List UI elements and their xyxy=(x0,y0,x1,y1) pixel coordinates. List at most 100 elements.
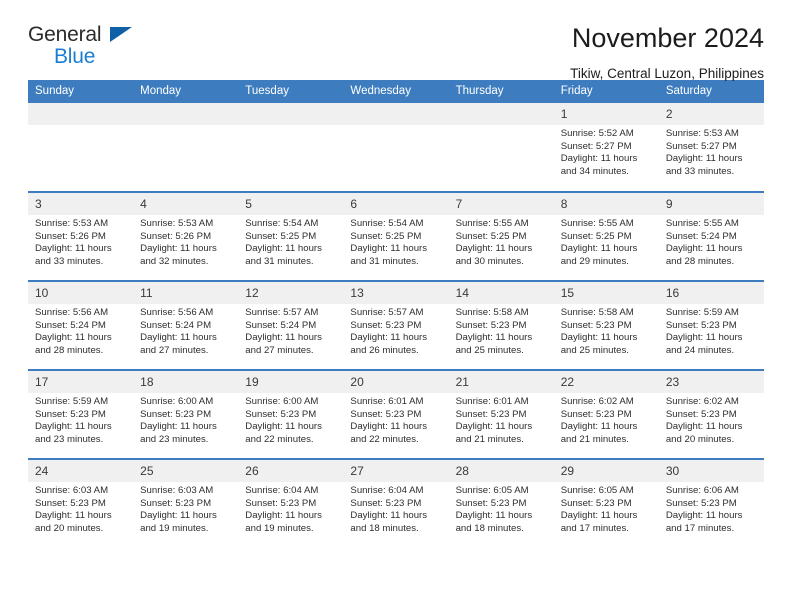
page-header: General Blue November 2024 Tikiw, Centra… xyxy=(28,0,764,80)
daylight-text: Daylight: 11 hours and 19 minutes. xyxy=(245,510,322,534)
sunrise-text: Sunrise: 6:05 AM xyxy=(455,485,529,496)
calendar-day-cell[interactable]: 29 Sunrise: 6:05 AM Sunset: 5:23 PM Dayligh… xyxy=(553,458,659,548)
sunset-text: Sunset: 5:23 PM xyxy=(560,319,632,331)
sunrise-text: Sunrise: 6:05 AM xyxy=(560,485,634,496)
day-details: Sunrise: 6:01 AM Sunset: 5:23 PM Daylight:… xyxy=(449,393,554,446)
brand-logo[interactable]: General Blue xyxy=(28,24,148,72)
calendar-week-row: 1 Sunrise: 5:52 AM Sunset: 5:27 PM Daylight… xyxy=(28,103,764,192)
calendar-day-cell[interactable]: 25 Sunrise: 6:03 AM Sunset: 5:23 PM Dayligh… xyxy=(133,458,239,548)
calendar-cell-empty xyxy=(133,103,239,192)
calendar-day-cell[interactable]: 26 Sunrise: 6:04 AM Sunset: 5:23 PM Dayligh… xyxy=(238,458,344,548)
day-number: 14 xyxy=(448,282,554,304)
calendar-day-cell[interactable]: 17 Sunrise: 5:59 AM Sunset: 5:23 PM Dayligh… xyxy=(28,369,134,459)
sunrise-text: Sunrise: 5:56 AM xyxy=(140,307,214,318)
daylight-text: Daylight: 11 hours and 30 minutes. xyxy=(455,243,533,267)
daylight-text: Daylight: 11 hours and 27 minutes. xyxy=(140,332,217,356)
day-number: 27 xyxy=(343,460,449,482)
day-number: 16 xyxy=(658,282,764,304)
calendar-day-cell[interactable]: 14 Sunrise: 5:58 AM Sunset: 5:23 PM Dayligh… xyxy=(448,280,554,370)
day-number: 9 xyxy=(658,193,764,215)
calendar-day-cell[interactable]: 4 Sunrise: 5:53 AM Sunset: 5:26 PM Daylight… xyxy=(133,191,239,281)
calendar-day-cell[interactable]: 2 Sunrise: 5:53 AM Sunset: 5:27 PM Daylight… xyxy=(658,103,764,192)
daylight-text: Daylight: 11 hours and 24 minutes. xyxy=(665,332,743,356)
calendar-day-cell[interactable]: 23 Sunrise: 6:02 AM Sunset: 5:23 PM Dayligh… xyxy=(658,369,764,459)
sunrise-text: Sunrise: 5:55 AM xyxy=(455,218,529,229)
daylight-text: Daylight: 11 hours and 29 minutes. xyxy=(560,243,638,267)
daylight-text: Daylight: 11 hours and 25 minutes. xyxy=(560,332,638,356)
day-details: Sunrise: 5:58 AM Sunset: 5:23 PM Daylight:… xyxy=(554,304,659,357)
calendar-week-row: 3 Sunrise: 5:53 AM Sunset: 5:26 PM Daylight… xyxy=(28,191,764,281)
calendar-page: General Blue November 2024 Tikiw, Centra… xyxy=(0,0,792,612)
calendar-week-row: 24 Sunrise: 6:03 AM Sunset: 5:23 PM Dayligh… xyxy=(28,458,764,548)
day-number xyxy=(343,103,449,125)
sunrise-text: Sunrise: 5:54 AM xyxy=(350,218,424,229)
calendar-day-cell[interactable]: 22 Sunrise: 6:02 AM Sunset: 5:23 PM Dayligh… xyxy=(553,369,659,459)
logo-triangle-icon xyxy=(110,27,132,42)
weekday-header-tuesday: Tuesday xyxy=(238,80,344,103)
day-number: 12 xyxy=(238,282,344,304)
day-details: Sunrise: 5:54 AM Sunset: 5:25 PM Daylight:… xyxy=(343,215,448,268)
calendar-day-cell[interactable]: 21 Sunrise: 6:01 AM Sunset: 5:23 PM Dayligh… xyxy=(448,369,554,459)
calendar-day-cell[interactable]: 3 Sunrise: 5:53 AM Sunset: 5:26 PM Daylight… xyxy=(28,191,134,281)
sunset-text: Sunset: 5:23 PM xyxy=(665,319,737,331)
calendar-day-cell[interactable]: 9 Sunrise: 5:55 AM Sunset: 5:24 PM Daylight… xyxy=(658,191,764,281)
day-details: Sunrise: 5:53 AM Sunset: 5:26 PM Daylight:… xyxy=(133,215,238,268)
weekday-header-thursday: Thursday xyxy=(448,80,554,103)
daylight-text: Daylight: 11 hours and 27 minutes. xyxy=(245,332,322,356)
calendar-day-cell[interactable]: 20 Sunrise: 6:01 AM Sunset: 5:23 PM Dayligh… xyxy=(343,369,449,459)
calendar-day-cell[interactable]: 6 Sunrise: 5:54 AM Sunset: 5:25 PM Daylight… xyxy=(343,191,449,281)
day-details: Sunrise: 5:52 AM Sunset: 5:27 PM Daylight:… xyxy=(554,125,659,178)
calendar-day-cell[interactable]: 10 Sunrise: 5:56 AM Sunset: 5:24 PM Dayligh… xyxy=(28,280,134,370)
daylight-text: Daylight: 11 hours and 31 minutes. xyxy=(350,243,428,267)
calendar-day-cell[interactable]: 24 Sunrise: 6:03 AM Sunset: 5:23 PM Dayligh… xyxy=(28,458,134,548)
calendar-day-cell[interactable]: 15 Sunrise: 5:58 AM Sunset: 5:23 PM Dayligh… xyxy=(553,280,659,370)
calendar-day-cell[interactable]: 13 Sunrise: 5:57 AM Sunset: 5:23 PM Dayligh… xyxy=(343,280,449,370)
calendar-cell-empty xyxy=(28,103,134,192)
day-details: Sunrise: 6:05 AM Sunset: 5:23 PM Daylight:… xyxy=(449,482,554,535)
calendar-cell-empty xyxy=(238,103,344,192)
sunset-text: Sunset: 5:27 PM xyxy=(560,140,632,152)
calendar-day-cell[interactable]: 18 Sunrise: 6:00 AM Sunset: 5:23 PM Dayligh… xyxy=(133,369,239,459)
day-number: 11 xyxy=(133,282,239,304)
day-details: Sunrise: 5:54 AM Sunset: 5:25 PM Daylight:… xyxy=(238,215,343,268)
sunrise-text: Sunrise: 5:56 AM xyxy=(35,307,109,318)
daylight-text: Daylight: 11 hours and 20 minutes. xyxy=(665,421,743,445)
sunset-text: Sunset: 5:23 PM xyxy=(140,497,212,509)
day-details: Sunrise: 6:01 AM Sunset: 5:23 PM Daylight:… xyxy=(343,393,448,446)
calendar-day-cell[interactable]: 28 Sunrise: 6:05 AM Sunset: 5:23 PM Dayligh… xyxy=(448,458,554,548)
day-details: Sunrise: 6:03 AM Sunset: 5:23 PM Daylight:… xyxy=(28,482,133,535)
daylight-text: Daylight: 11 hours and 34 minutes. xyxy=(560,153,638,177)
sunset-text: Sunset: 5:25 PM xyxy=(455,230,527,242)
calendar-day-cell[interactable]: 12 Sunrise: 5:57 AM Sunset: 5:24 PM Dayligh… xyxy=(238,280,344,370)
sunrise-text: Sunrise: 5:54 AM xyxy=(245,218,319,229)
calendar-day-cell[interactable]: 19 Sunrise: 6:00 AM Sunset: 5:23 PM Dayligh… xyxy=(238,369,344,459)
calendar-day-cell[interactable]: 16 Sunrise: 5:59 AM Sunset: 5:23 PM Dayligh… xyxy=(658,280,764,370)
day-number xyxy=(448,103,554,125)
weekday-header-saturday: Saturday xyxy=(658,80,764,103)
day-number: 13 xyxy=(343,282,449,304)
calendar-cell-empty xyxy=(448,103,554,192)
day-number: 25 xyxy=(133,460,239,482)
calendar-day-cell[interactable]: 11 Sunrise: 5:56 AM Sunset: 5:24 PM Dayligh… xyxy=(133,280,239,370)
sunrise-text: Sunrise: 6:02 AM xyxy=(560,396,634,407)
sunrise-text: Sunrise: 6:04 AM xyxy=(245,485,319,496)
daylight-text: Daylight: 11 hours and 23 minutes. xyxy=(35,421,112,445)
calendar-day-cell[interactable]: 30 Sunrise: 6:06 AM Sunset: 5:23 PM Dayligh… xyxy=(658,458,764,548)
day-number xyxy=(28,103,134,125)
day-details: Sunrise: 6:04 AM Sunset: 5:23 PM Daylight:… xyxy=(238,482,343,535)
calendar-day-cell[interactable]: 8 Sunrise: 5:55 AM Sunset: 5:25 PM Daylight… xyxy=(553,191,659,281)
calendar-day-cell[interactable]: 5 Sunrise: 5:54 AM Sunset: 5:25 PM Daylight… xyxy=(238,191,344,281)
sunset-text: Sunset: 5:25 PM xyxy=(350,230,422,242)
sunrise-text: Sunrise: 5:52 AM xyxy=(560,128,634,139)
sunset-text: Sunset: 5:24 PM xyxy=(245,319,317,331)
calendar-head: Sunday Monday Tuesday Wednesday Thursday… xyxy=(28,80,764,103)
daylight-text: Daylight: 11 hours and 23 minutes. xyxy=(140,421,217,445)
calendar-day-cell[interactable]: 1 Sunrise: 5:52 AM Sunset: 5:27 PM Daylight… xyxy=(553,103,659,192)
day-details: Sunrise: 5:59 AM Sunset: 5:23 PM Daylight:… xyxy=(659,304,764,357)
calendar-day-cell[interactable]: 7 Sunrise: 5:55 AM Sunset: 5:25 PM Daylight… xyxy=(448,191,554,281)
calendar-table: Sunday Monday Tuesday Wednesday Thursday… xyxy=(28,80,764,548)
calendar-day-cell[interactable]: 27 Sunrise: 6:04 AM Sunset: 5:23 PM Dayligh… xyxy=(343,458,449,548)
sunset-text: Sunset: 5:23 PM xyxy=(560,497,632,509)
daylight-text: Daylight: 11 hours and 33 minutes. xyxy=(35,243,112,267)
day-number: 28 xyxy=(448,460,554,482)
